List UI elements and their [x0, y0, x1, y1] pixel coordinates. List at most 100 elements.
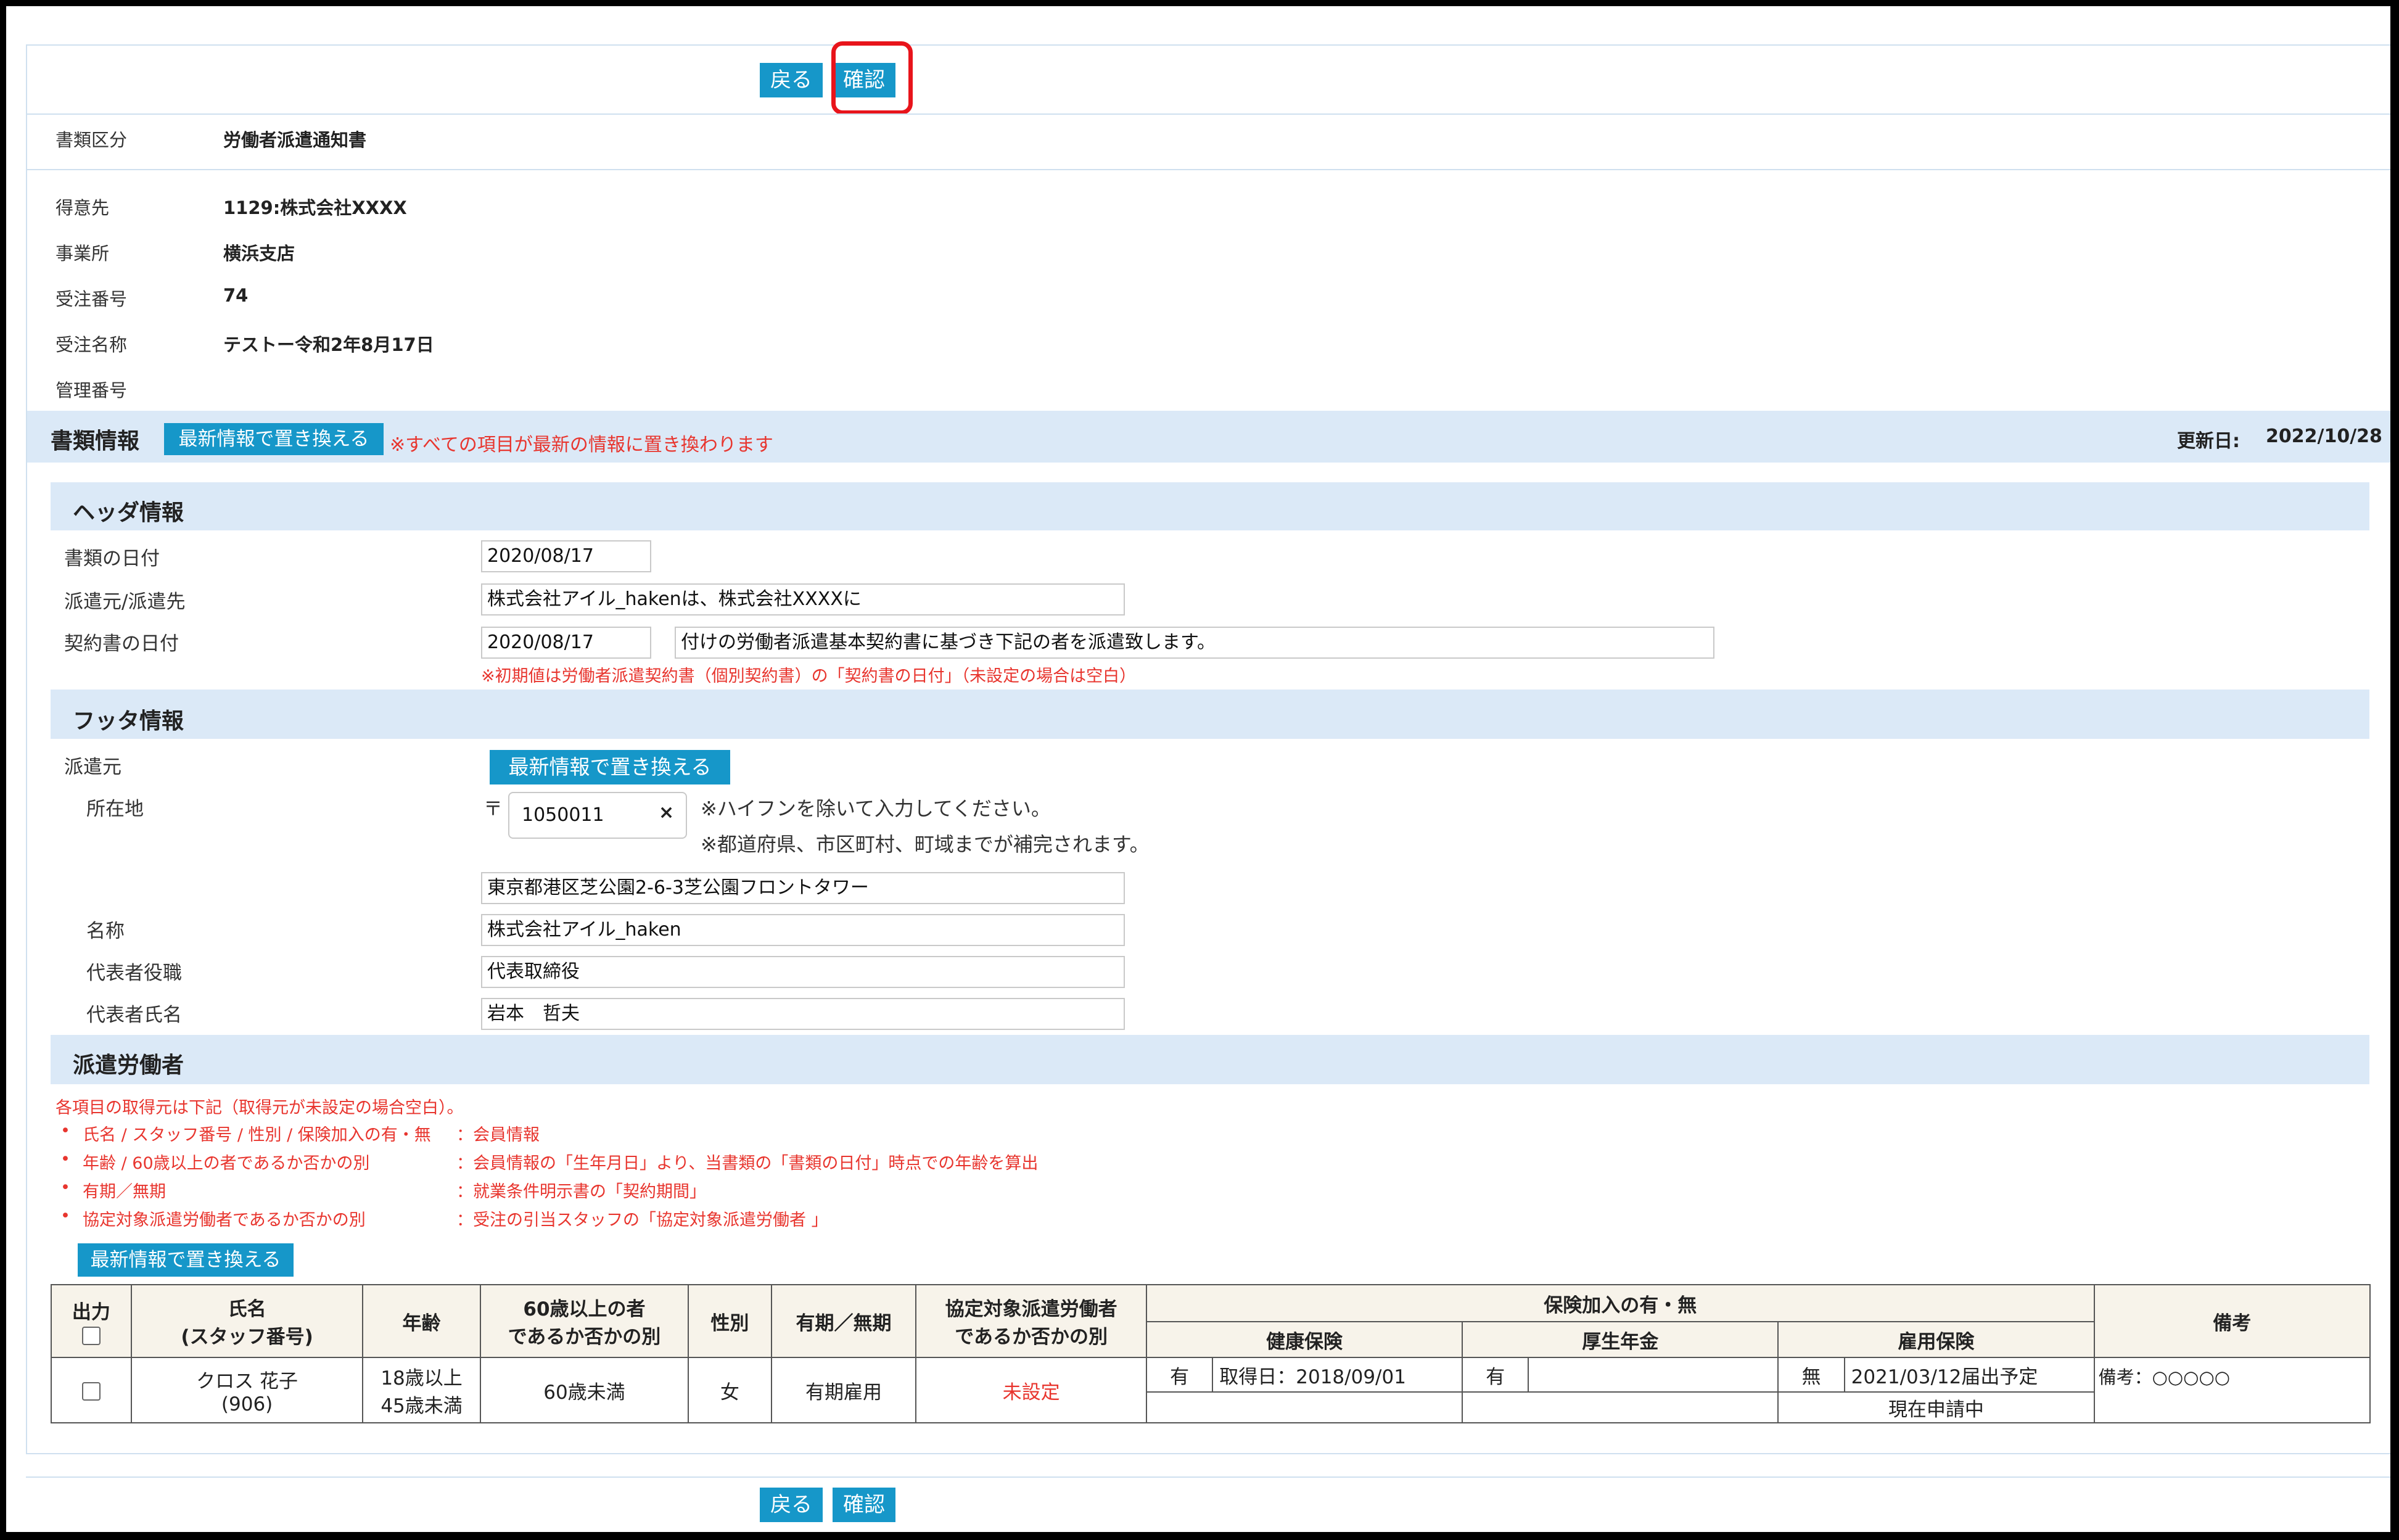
divider [26, 113, 2390, 115]
table-row: クロス 花子 (906) 18歳以上 45歳未満 60歳未満 女 有期雇用 未設… [51, 1357, 2371, 1423]
col-over60: 60歳以上の者 であるか否かの別 [479, 1284, 689, 1358]
col-name: 氏名 (スタッフ番号) [130, 1284, 364, 1358]
header-info-band [51, 482, 2369, 530]
order-no-label: 受注番号 [56, 289, 128, 310]
dispatch-input[interactable]: 株式会社アイル_hakenは、株式会社XXXXに [481, 583, 1125, 616]
footer-info-title: フッタ情報 [73, 709, 184, 734]
health-flag: 有 [1145, 1357, 1214, 1393]
term-cell: 有期雇用 [770, 1357, 917, 1423]
divider [26, 44, 2390, 46]
employment-date: 2021/03/12届出予定 [1843, 1357, 2095, 1393]
bullet-icon: • [60, 1178, 70, 1197]
contract-text-input[interactable]: 付けの労働者派遣基本契約書に基づき下記の者を派遣致します。 [675, 627, 1714, 659]
name-input[interactable]: 株式会社アイル_haken [481, 914, 1125, 946]
name-cell: クロス 花子 (906) [130, 1357, 364, 1423]
agreement-header-label-2: であるか否かの別 [955, 1326, 1108, 1348]
replace-footer-button[interactable]: 最新情報で置き換える [490, 750, 730, 784]
employment-status: 現在申請中 [1777, 1391, 2095, 1423]
divider [26, 169, 2390, 170]
source-label: 派遣元 [64, 756, 121, 778]
employment-flag: 無 [1777, 1357, 1845, 1393]
contract-date-note: ※初期値は労働者派遣契約書（個別契約書）の「契約書の日付」（未設定の場合は空白） [481, 667, 1137, 686]
form-panel [26, 44, 2390, 1454]
rep-name-label: 代表者氏名 [86, 1004, 182, 1026]
col-age: 年齢 [362, 1284, 481, 1358]
bullet-icon: • [60, 1206, 70, 1225]
col-insurance: 保険加入の有・無 [1145, 1284, 2095, 1322]
workers-band [51, 1035, 2369, 1084]
worker-staff-no: (906) [221, 1393, 273, 1415]
back-button-top[interactable]: 戻る [760, 63, 823, 97]
address-input[interactable]: 東京都港区芝公園2-6-3芝公園フロントタワー [481, 872, 1125, 904]
col-output: 出力 [51, 1284, 132, 1358]
highlight-box [831, 41, 913, 115]
select-all-checkbox[interactable] [81, 1327, 101, 1345]
header-info-title: ヘッダ情報 [73, 500, 184, 525]
col-remarks: 備考 [2093, 1284, 2371, 1358]
customer-label: 得意先 [56, 197, 110, 218]
staff-no-header-label: (スタッフ番号) [181, 1326, 313, 1348]
back-button-bottom[interactable]: 戻る [760, 1488, 823, 1522]
customer-value: 1129:株式会社XXXX [223, 197, 407, 218]
footer-info-band [51, 690, 2369, 739]
output-cell [51, 1357, 132, 1423]
over60-header-label-1: 60歳以上の者 [523, 1298, 646, 1320]
replace-all-button[interactable]: 最新情報で置き換える [164, 423, 384, 455]
updated-label: 更新日: [2177, 430, 2240, 452]
clear-icon[interactable]: × [659, 802, 674, 823]
dispatch-label: 派遣元/派遣先 [64, 591, 186, 613]
bullet-icon: • [60, 1121, 70, 1140]
over60-header-label-2: であるか否かの別 [508, 1326, 661, 1348]
pension-status [1462, 1391, 1779, 1423]
doc-type-value: 労働者派遣通知書 [223, 130, 367, 150]
workers-intro: 各項目の取得元は下記（取得元が未設定の場合空白）。 [56, 1098, 464, 1118]
name-label: 名称 [86, 920, 125, 942]
updated-value: 2022/10/28 [2266, 426, 2382, 447]
source-value: ：受注の引当スタッフの「協定対象派遣労働者 」 [456, 1211, 828, 1230]
manage-no-label: 管理番号 [56, 380, 128, 401]
doc-date-label: 書類の日付 [64, 548, 160, 570]
rep-title-input[interactable]: 代表取締役 [481, 956, 1125, 988]
doc-date-input[interactable]: 2020/08/17 [481, 540, 651, 572]
postal-note-2: ※都道府県、市区町村、町域までが補完されます。 [701, 833, 1150, 856]
order-name-value: テストー令和2年8月17日 [223, 334, 434, 355]
source-item: 氏名 / スタッフ番号 / 性別 / 保険加入の有・無 [83, 1126, 431, 1145]
replace-warning: ※すべての項目が最新の情報に置き換わります [390, 434, 773, 456]
source-value: ：会員情報 [456, 1126, 540, 1145]
agreement-cell: 未設定 [915, 1357, 1147, 1423]
rep-title-label: 代表者役職 [86, 962, 182, 984]
confirm-button-bottom[interactable]: 確認 [833, 1488, 895, 1522]
bullet-icon: • [60, 1150, 70, 1169]
col-term: 有期／無期 [770, 1284, 917, 1358]
row-output-checkbox[interactable] [81, 1381, 101, 1401]
remarks-textarea[interactable]: 備考：○○○○○ [2093, 1357, 2371, 1423]
name-header-label: 氏名 [228, 1298, 266, 1320]
replace-workers-button[interactable]: 最新情報で置き換える [78, 1243, 294, 1277]
col-employment: 雇用保険 [1777, 1321, 2095, 1358]
col-agreement: 協定対象派遣労働者 であるか否かの別 [915, 1284, 1147, 1358]
health-status [1145, 1391, 1463, 1423]
workers-title: 派遣労働者 [73, 1053, 184, 1078]
office-value: 横浜支店 [223, 243, 295, 264]
postal-note-1: ※ハイフンを除いて入力してください。 [701, 797, 1051, 820]
pension-flag: 有 [1462, 1357, 1529, 1393]
source-item: 有期／無期 [83, 1182, 166, 1201]
age-cell: 18歳以上 45歳未満 [362, 1357, 481, 1423]
source-value: ：会員情報の「生年月日」より、当書類の「書類の日付」時点での年齢を算出 [456, 1154, 1039, 1173]
col-pension: 厚生年金 [1462, 1321, 1779, 1358]
doc-type-label: 書類区分 [56, 130, 128, 150]
address-label: 所在地 [86, 798, 144, 820]
contract-date-input[interactable]: 2020/08/17 [481, 627, 651, 659]
source-item: 年齢 / 60歳以上の者であるか否かの別 [83, 1154, 370, 1173]
office-label: 事業所 [56, 243, 110, 264]
order-no-value: 74 [223, 285, 249, 306]
health-date: 取得日：2018/09/01 [1212, 1357, 1463, 1393]
gender-cell: 女 [688, 1357, 772, 1423]
worker-name: クロス 花子 [196, 1370, 298, 1393]
postal-mark: 〒 [484, 798, 503, 820]
output-header-label: 出力 [72, 1301, 110, 1324]
source-value: ：就業条件明示書の「契約期間」 [456, 1182, 706, 1201]
over60-cell: 60歳未満 [479, 1357, 689, 1423]
rep-name-input[interactable]: 岩本 哲夫 [481, 998, 1125, 1030]
source-item: 協定対象派遣労働者であるか否かの別 [83, 1211, 366, 1230]
